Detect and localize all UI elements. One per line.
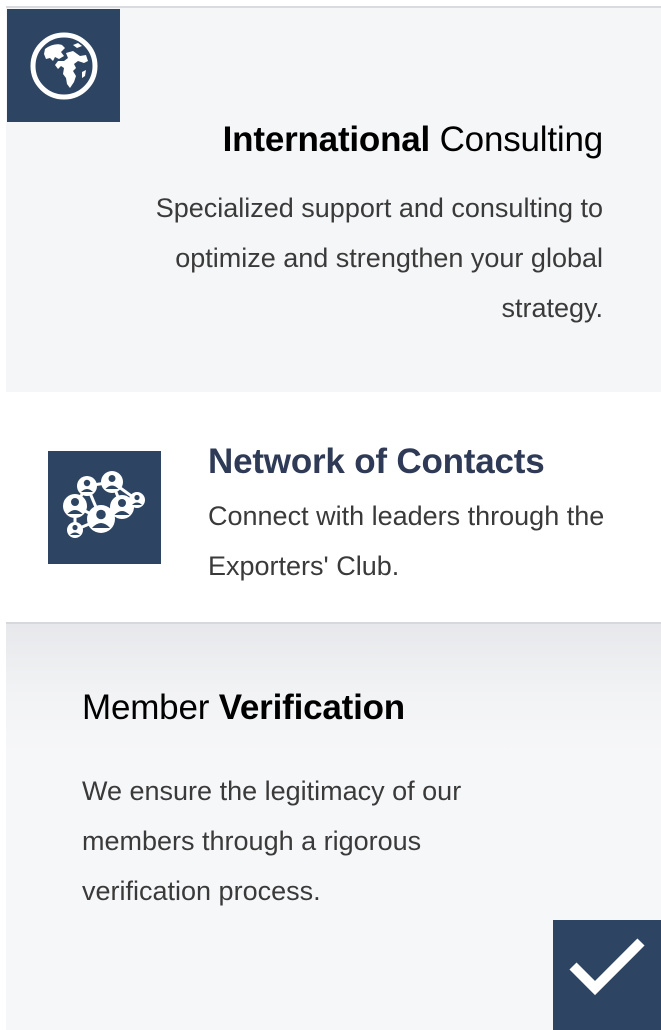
international-consulting-card: International Consulting Specialized sup… xyxy=(6,6,661,392)
network-icon xyxy=(62,470,145,538)
network-of-contacts-card: Network of Contacts Connect with leaders… xyxy=(6,392,661,624)
network-icon-box xyxy=(48,451,161,564)
card-title: International Consulting xyxy=(222,118,604,162)
card-title: Network of Contacts xyxy=(208,442,545,481)
globe-icon xyxy=(30,32,97,99)
card-title-bold: International xyxy=(222,120,431,159)
card-title-light: Consulting xyxy=(439,120,604,159)
checkmark-icon-box xyxy=(553,920,661,1030)
member-verification-card: Member Verification We ensure the legiti… xyxy=(6,624,661,1030)
card-title-bold: Verification xyxy=(218,688,405,727)
checkmark-icon xyxy=(569,938,645,996)
card-description: We ensure the legitimacy of our members … xyxy=(82,776,462,906)
globe-icon-box xyxy=(7,9,120,122)
card-description: Connect with leaders through the Exporte… xyxy=(208,501,605,581)
card-title: Member Verification xyxy=(82,686,405,730)
services-page: International Consulting Specialized sup… xyxy=(0,0,661,1030)
card-description: Specialized support and consulting to op… xyxy=(155,193,603,323)
card-title-light: Member xyxy=(82,688,210,727)
